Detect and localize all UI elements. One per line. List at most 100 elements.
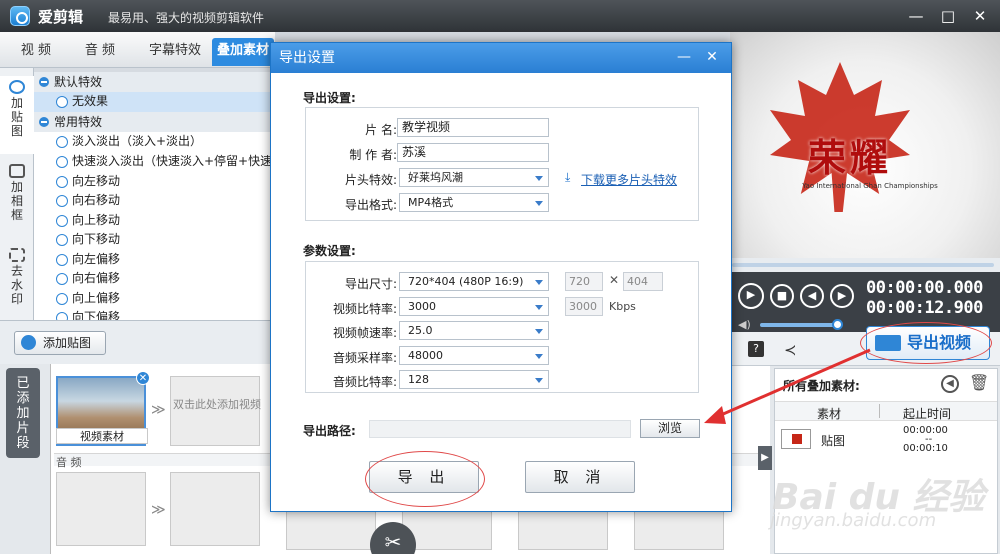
frame-rate-label: 视频帧速率: — [332, 326, 397, 340]
audio-bitrate-select[interactable]: 128 — [399, 370, 549, 389]
effect-group-common[interactable]: 常用特效 — [34, 112, 270, 132]
audio-track-label: 音 频 — [56, 456, 82, 469]
title-bar: 爱剪辑 最易用、强大的视频剪辑软件 — □ ✕ — [0, 0, 1000, 32]
audio-slot[interactable] — [170, 472, 260, 546]
annotation-arrow-line — [713, 348, 871, 420]
added-clips-label: 已添加片段 — [16, 376, 30, 451]
effect-item[interactable]: 向左移动 — [34, 172, 270, 192]
author-label: 制 作 者: — [349, 148, 397, 162]
export-format-label: 导出格式: — [344, 198, 397, 212]
effect-item[interactable]: 向右移动 — [34, 191, 270, 211]
play-icon[interactable]: ▶ — [738, 283, 764, 309]
preview-logo-caption: Yao International Ghan Championships — [802, 182, 938, 190]
intro-effect-label: 片头特效: — [344, 173, 397, 187]
add-video-hint: 双击此处添加视频 — [173, 398, 261, 411]
app-slogan: 最易用、强大的视频剪辑软件 — [108, 11, 265, 25]
export-format-select[interactable]: MP4格式 — [399, 193, 549, 212]
export-path-input[interactable] — [369, 420, 631, 438]
film-name-label: 片 名: — [365, 123, 397, 137]
audio-slot[interactable] — [56, 472, 146, 546]
tab-subtitle-effects[interactable]: 字幕特效 — [140, 38, 210, 66]
back-circle-icon[interactable]: ◀ — [941, 375, 959, 393]
next-frame-icon[interactable]: ▶ — [830, 284, 854, 308]
tab-overlay-material[interactable]: 叠加素材 — [212, 38, 274, 66]
export-size-select[interactable]: 720*404 (480P 16:9) — [399, 272, 549, 291]
custom-bitrate-input[interactable]: 3000 — [565, 297, 603, 316]
annotation-arrow-head — [704, 406, 726, 424]
export-size-label: 导出尺寸: — [344, 277, 397, 291]
side-tab-label: 加相框 — [10, 180, 23, 222]
playback-progress[interactable] — [730, 258, 1000, 272]
audio-bitrate-label: 音频比特率: — [332, 375, 397, 389]
audio-slot[interactable] — [286, 510, 376, 550]
author-input[interactable]: 苏溪 — [397, 143, 549, 162]
column-time: 起止时间 — [903, 407, 952, 421]
total-time: 00:00:12.900 — [866, 298, 983, 318]
effect-item[interactable]: 向左偏移 — [34, 250, 270, 270]
export-path-label: 导出路径: — [303, 424, 356, 438]
side-tab-label: 加贴图 — [10, 96, 23, 138]
app-logo-icon — [10, 6, 30, 26]
dialog-title: 导出设置 — [271, 43, 731, 73]
effect-item[interactable]: 向上偏移 — [34, 289, 270, 309]
film-name-input[interactable]: 教学视频 — [397, 118, 549, 137]
effect-item[interactable]: 快速淡入淡出（快速淡入+停留+快速淡 — [34, 152, 270, 172]
effects-list: 默认特效 无效果 常用特效 淡入淡出（淡入+淡出） 快速淡入淡出（快速淡入+停留… — [34, 72, 270, 320]
stop-icon[interactable]: ■ — [770, 284, 794, 308]
audio-slot[interactable] — [634, 510, 724, 550]
volume-slider-handle[interactable] — [832, 319, 843, 330]
preview-logo-text: 荣耀 — [807, 136, 892, 180]
side-tab-add-frame[interactable]: 加相框 — [0, 160, 34, 222]
audio-sample-rate-select[interactable]: 48000 — [399, 346, 549, 365]
export-settings-dialog: 导出设置 — ✕ 导出设置: 片 名: 教学视频 制 作 者: 苏溪 片头特效:… — [270, 42, 732, 512]
add-sticker-button[interactable]: 添加贴图 — [14, 331, 106, 355]
add-sticker-row: 添加贴图 — [0, 320, 275, 364]
effect-item[interactable]: 向下偏移 — [34, 308, 270, 320]
audio-sample-rate-label: 音频采样率: — [332, 351, 397, 365]
overlay-row-end: 00:00:10 — [903, 443, 948, 454]
side-tab-add-sticker[interactable]: 加贴图 — [0, 76, 34, 154]
frame-rate-select[interactable]: 25.0 — [399, 321, 549, 340]
effect-group-default[interactable]: 默认特效 — [34, 72, 270, 92]
effect-item[interactable]: 向上移动 — [34, 211, 270, 231]
remove-clip-icon[interactable]: ✕ — [136, 371, 150, 385]
dialog-close-button[interactable]: ✕ — [699, 46, 725, 68]
expand-panel-icon[interactable]: ▶ — [758, 446, 772, 470]
effect-item[interactable]: 向右偏移 — [34, 269, 270, 289]
dialog-minimize-button[interactable]: — — [671, 46, 697, 68]
intro-effect-select[interactable]: 好莱坞风潮 — [399, 168, 549, 187]
params-section-title: 参数设置: — [303, 244, 356, 258]
maximize-window-button[interactable]: □ — [938, 6, 958, 26]
download-icon[interactable]: ⤓ — [565, 170, 570, 185]
times-icon: ✕ — [609, 273, 620, 287]
main-tab-bar: 视 频 音 频 字幕特效 叠加素材 — [0, 32, 275, 68]
volume-icon[interactable]: ◀) — [738, 318, 751, 331]
tab-video[interactable]: 视 频 — [8, 38, 64, 66]
video-bitrate-label: 视频比特率: — [332, 302, 397, 316]
trash-icon[interactable]: 🗑 — [969, 373, 989, 392]
download-more-intro-link[interactable]: 下载更多片头特效 — [581, 171, 677, 188]
current-time: 00:00:00.000 — [866, 278, 983, 298]
side-tab-label: 去水印 — [10, 264, 23, 306]
effect-item[interactable]: 向下移动 — [34, 230, 270, 250]
effect-item[interactable]: 无效果 — [34, 92, 270, 112]
annotation-circle — [365, 451, 485, 507]
progress-track[interactable] — [732, 263, 994, 267]
side-tab-remove-watermark[interactable]: 去水印 — [0, 244, 34, 306]
audio-slot[interactable] — [518, 510, 608, 550]
watermark-url: jingyan.baidu.com — [770, 510, 937, 531]
tab-audio[interactable]: 音 频 — [72, 38, 128, 66]
minimize-window-button[interactable]: — — [906, 6, 926, 26]
close-window-button[interactable]: ✕ — [970, 6, 990, 26]
volume-slider[interactable] — [760, 323, 838, 327]
watermark-icon — [9, 248, 25, 262]
effect-item[interactable]: 淡入淡出（淡入+淡出） — [34, 132, 270, 152]
custom-height-input[interactable]: 404 — [623, 272, 663, 291]
clip-arrow-icon: ≫ — [151, 402, 166, 418]
previous-frame-icon[interactable]: ◀ — [800, 284, 824, 308]
video-bitrate-select[interactable]: 3000 — [399, 297, 549, 316]
cancel-button[interactable]: 取 消 — [525, 461, 635, 493]
clip-label: 视频素材 — [56, 428, 148, 444]
added-clips-tab[interactable]: 已添加片段 — [6, 368, 40, 458]
custom-width-input[interactable]: 720 — [565, 272, 603, 291]
